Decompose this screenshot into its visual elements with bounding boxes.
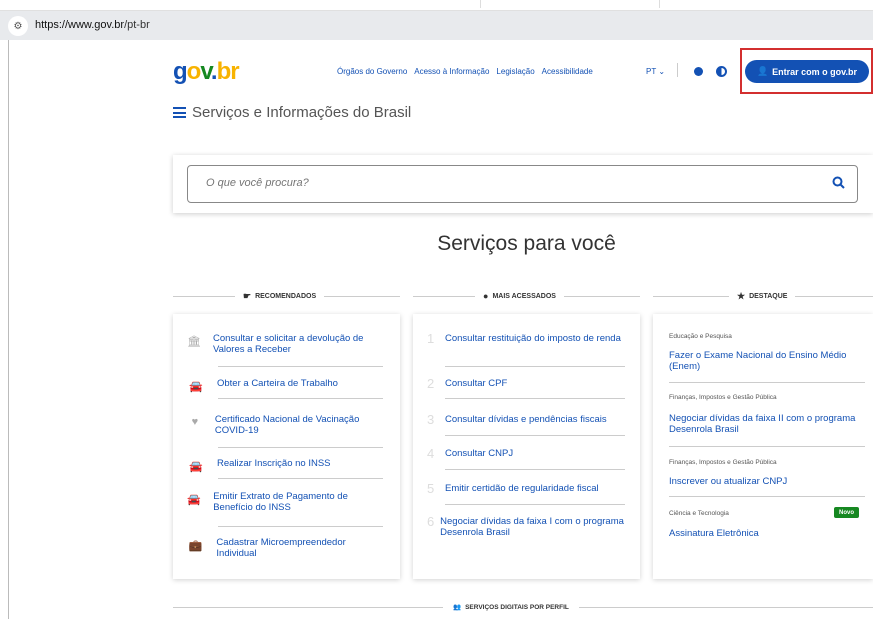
highlight-category: Educação e Pesquisa [669,333,732,340]
browser-tab-strip [0,0,873,8]
users-icon: 👥 [453,604,462,611]
services-section-title: Serviços para você [437,232,616,255]
recommended-item[interactable]: 💼 Cadastrar Microempreendedor Individual [187,537,383,559]
search-card [173,155,873,213]
nav-acesso-informacao[interactable]: Acesso à Informação [414,67,489,76]
recommended-item[interactable]: 🚘 Obter a Carteira de Trabalho [187,378,383,393]
highlight-category: Finanças, Impostos e Gestão Pública [669,459,777,466]
nav-legislacao[interactable]: Legislação [496,67,534,76]
highlight-item[interactable]: Assinatura Eletrônica [669,528,864,539]
search-box[interactable] [187,165,858,203]
most-accessed-item[interactable]: 1 Consultar restituição do imposto de ren… [427,331,627,346]
nav-orgaos-do-governo[interactable]: Órgãos do Governo [337,67,407,76]
recommended-item[interactable]: 🚘 Emitir Extrato de Pagamento de Benefíci… [187,491,383,513]
most-accessed-item[interactable]: 3 Consultar dívidas e pendências fiscais [427,412,627,427]
nav-acessibilidade[interactable]: Acessibilidade [542,67,593,76]
highlight-header: ★ DESTAQUE [653,289,873,303]
most-accessed-card: 1 Consultar restituição do imposto de ren… [413,314,640,579]
briefcase-icon: 💼 [188,539,203,552]
highlight-item[interactable]: Fazer o Exame Nacional do Ensino Médio (… [669,350,864,372]
most-accessed-item[interactable]: 2 Consultar CPF [427,376,627,391]
nav-divider [677,63,678,77]
language-selector[interactable]: PT ⌄ [646,67,665,76]
top-navigation: Órgãos do Governo Acesso à Informação Le… [337,67,600,76]
page-title: Serviços e Informações do Brasil [192,104,412,121]
new-badge: Novo [834,507,859,518]
contrast-icon[interactable] [716,66,727,77]
address-bar[interactable]: ⚙ https://www.gov.br/pt-br [0,10,873,40]
search-icon[interactable] [832,176,845,189]
highlight-card: Educação e Pesquisa Fazer o Exame Nacion… [653,314,873,579]
cookie-icon[interactable] [694,67,703,76]
main-menu[interactable]: Serviços e Informações do Brasil [173,104,411,121]
user-icon: 👤 [756,66,769,76]
highlight-category: Ciência e Tecnologia [669,510,729,517]
eye-icon: ● [483,291,489,301]
most-accessed-header: ● MAIS ACESSADOS [413,289,640,303]
highlight-category: Finanças, Impostos e Gestão Pública [669,394,777,401]
recommended-card: 🏛 Consultar e solicitar a devolução de Va… [173,314,400,579]
highlight-item[interactable]: Inscrever ou atualizar CNPJ [669,476,864,487]
recommended-item[interactable]: 🚘 Realizar Inscrição no INSS [187,458,383,473]
most-accessed-item[interactable]: 4 Consultar CNPJ [427,446,627,461]
recommended-item[interactable]: ♥ Certificado Nacional de Vacinação COVID… [187,414,383,436]
tune-icon[interactable]: ⚙ [8,16,28,36]
recommended-header: ☛ RECOMENDADOS [173,289,400,303]
cars-icon: 🚘 [189,460,203,473]
most-accessed-item[interactable]: 6 Negociar dívidas da faixa I com o progr… [427,514,627,538]
star-icon: ★ [737,290,746,301]
cars-icon: 🚘 [187,493,201,506]
hand-pointer-icon: ☛ [243,290,252,301]
url-text[interactable]: https://www.gov.br/pt-br [35,19,150,31]
heartbeat-icon: ♥ [191,416,199,428]
highlight-item[interactable]: Negociar dívidas da faixa II com o progr… [669,413,864,435]
bank-icon: 🏛 [187,335,201,348]
recommended-item[interactable]: 🏛 Consultar e solicitar a devolução de Va… [187,333,383,355]
page-left-border [8,40,9,619]
chevron-down-icon: ⌄ [658,67,666,76]
govbr-logo[interactable]: gov.br [173,58,240,86]
most-accessed-item[interactable]: 5 Emitir certidão de regularidade fiscal [427,481,627,496]
digital-services-header: 👥 SERVIÇOS DIGITAIS POR PERFIL [173,600,873,614]
login-button[interactable]: 👤 Entrar com o gov.br [745,60,869,83]
menu-icon[interactable] [173,107,186,118]
search-input[interactable] [206,177,806,189]
cars-icon: 🚘 [189,380,203,393]
